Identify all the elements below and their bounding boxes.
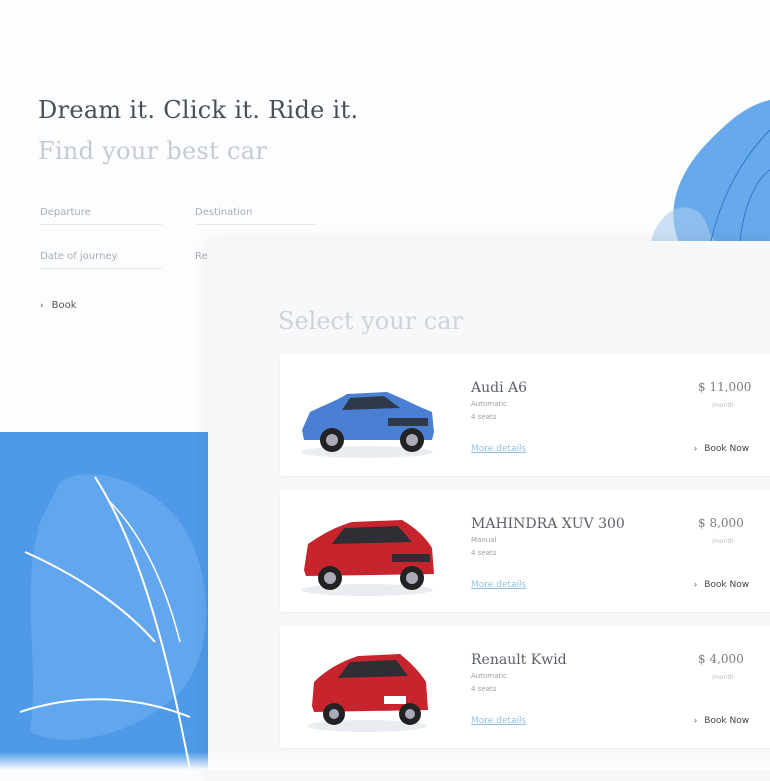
car-transmission: Manual — [471, 536, 497, 544]
select-title: Select your car — [278, 307, 464, 335]
car-seats: 4 seats — [471, 413, 497, 421]
hero-title: Dream it. Click it. Ride it. — [38, 96, 359, 124]
price-period: /month — [712, 402, 734, 409]
hatchback-car-icon — [307, 654, 428, 732]
chevron-right-icon: › — [694, 580, 698, 589]
car-seats: 4 seats — [471, 549, 497, 557]
car-card-renault[interactable]: Renault Kwid Automatic 4 seats More deta… — [280, 626, 770, 748]
price-period: /month — [712, 538, 734, 545]
book-now-label: Book Now — [704, 580, 750, 590]
more-details-link[interactable]: More details — [471, 444, 526, 454]
chevron-right-icon: › — [40, 301, 44, 311]
destination-field[interactable]: Destination — [195, 207, 317, 225]
car-name: MAHINDRA XUV 300 — [471, 516, 625, 532]
more-details-link[interactable]: More details — [471, 580, 526, 590]
car-selection-panel: Select your car Audi A6 Automatic 4 seat… — [208, 241, 770, 781]
decorative-panel — [0, 432, 215, 770]
car-price: $ 4,000 — [698, 652, 744, 666]
car-name: Renault Kwid — [471, 652, 567, 668]
sedan-car-icon — [301, 392, 434, 458]
book-now-button[interactable]: › Book Now — [694, 716, 749, 726]
more-details-link[interactable]: More details — [471, 716, 526, 726]
price-period: /month — [712, 674, 734, 681]
hero-subtitle: Find your best car — [38, 137, 268, 165]
book-now-label: Book Now — [704, 444, 750, 454]
book-now-button[interactable]: › Book Now — [694, 580, 749, 590]
car-price: $ 11,000 — [698, 380, 752, 394]
chevron-right-icon: › — [694, 444, 698, 453]
book-now-label: Book Now — [704, 716, 750, 726]
leaf-decoration-icon — [650, 100, 770, 245]
car-seats: 4 seats — [471, 685, 497, 693]
car-card-mahindra[interactable]: MAHINDRA XUV 300 Manual 4 seats More det… — [280, 490, 770, 612]
departure-field[interactable]: Departure — [40, 207, 162, 225]
book-label: Book — [51, 300, 77, 311]
car-transmission: Automatic — [471, 672, 507, 680]
car-price: $ 8,000 — [698, 516, 744, 530]
bottom-fade — [0, 752, 770, 770]
car-card-audi[interactable]: Audi A6 Automatic 4 seats More details $… — [280, 354, 770, 476]
book-now-button[interactable]: › Book Now — [694, 444, 749, 454]
car-transmission: Automatic — [471, 400, 507, 408]
leaf-pattern-icon — [19, 474, 207, 770]
chevron-right-icon: › — [694, 716, 698, 725]
date-of-journey-field[interactable]: Date of journey — [40, 251, 162, 269]
suv-car-icon — [301, 520, 434, 596]
book-button[interactable]: › Book — [40, 300, 77, 311]
car-name: Audi A6 — [471, 380, 528, 396]
